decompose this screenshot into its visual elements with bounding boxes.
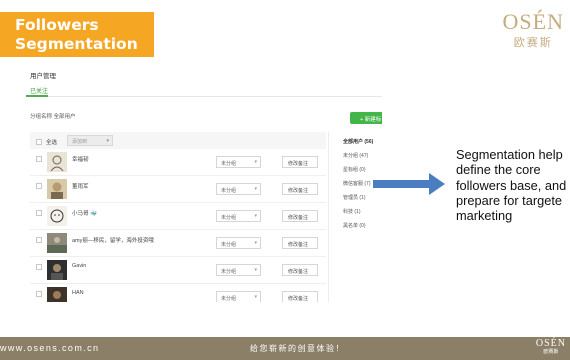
brand-name: OSÉN xyxy=(502,9,564,34)
sidebar-item-wechat-service[interactable]: 微信客服 (7) xyxy=(343,180,371,187)
avatar xyxy=(47,206,67,226)
user-row: 董雨军 未分组 ▾ 修改备注 xyxy=(30,177,326,203)
edit-remark-button[interactable]: 修改备注 xyxy=(282,156,318,168)
select-all-label: 全选 xyxy=(46,140,58,146)
user-row: HAN 未分组 ▾ 修改备注 xyxy=(30,285,326,302)
caption-line: followers base, and xyxy=(456,177,567,193)
avatar xyxy=(47,287,67,302)
arrow-right-icon xyxy=(373,172,445,203)
row-checkbox[interactable] xyxy=(36,264,42,270)
avatar xyxy=(47,152,67,172)
slide-footer: www.osens.com.cn 给您崭新的创意体验！ OSÉN 欧赛斯 xyxy=(0,337,570,360)
edit-remark-button[interactable]: 修改备注 xyxy=(282,183,318,195)
user-management-screenshot: 用户管理 已关注 分组名称 全部用户 + 新建标 全选 添加到 ▾ 幸福韧 未分组… xyxy=(26,62,382,302)
sidebar-item-ungrouped[interactable]: 未分组 (47) xyxy=(343,152,368,159)
group-name-label: 分组名称 全部用户 xyxy=(30,114,76,120)
caption-line: Segmentation help xyxy=(456,147,563,162)
user-row: Gavin 未分组 ▾ 修改备注 xyxy=(30,258,326,284)
user-row: amy丽—移民，留学，海外投资哦 未分组 ▾ 修改备注 xyxy=(30,231,326,257)
edit-remark-button[interactable]: 修改备注 xyxy=(282,291,318,302)
select-all-checkbox[interactable] xyxy=(36,139,42,145)
edit-remark-button[interactable]: 修改备注 xyxy=(282,210,318,222)
group-sidebar: 全部用户 (56) 未分组 (47) 星标组 (0) 微信客服 (7) 管理员 … xyxy=(328,132,382,302)
edit-remark-button[interactable]: 修改备注 xyxy=(282,237,318,249)
avatar xyxy=(47,233,67,253)
group-select[interactable]: 未分组 ▾ xyxy=(216,264,261,276)
caption-line: define the core xyxy=(456,162,541,178)
sidebar-item-blacklist[interactable]: 黑名单 (0) xyxy=(343,222,366,229)
row-checkbox[interactable] xyxy=(36,291,42,297)
group-select[interactable]: 未分组 ▾ xyxy=(216,210,261,222)
group-select-value: 未分组 xyxy=(221,161,237,167)
batch-group-placeholder: 添加到 xyxy=(72,139,88,145)
user-name[interactable]: 小马哥 🐳 xyxy=(72,209,97,217)
group-select-value: 未分组 xyxy=(221,215,237,221)
slide-title-banner: Followers Segmentation xyxy=(0,12,154,57)
footer-brand-name: OSÉN xyxy=(535,338,566,349)
new-tag-button[interactable]: + 新建标 xyxy=(350,112,382,124)
user-row: 幸福韧 未分组 ▾ 修改备注 xyxy=(30,150,326,176)
row-checkbox[interactable] xyxy=(36,210,42,216)
group-select-value: 未分组 xyxy=(221,188,237,194)
sidebar-item-tech[interactable]: 科技 (1) xyxy=(343,208,361,215)
brand-name-cn: 欧赛斯 xyxy=(513,36,553,49)
chevron-down-icon: ▾ xyxy=(254,159,257,165)
group-select-value: 未分组 xyxy=(221,242,237,248)
group-select-value: 未分组 xyxy=(221,269,237,275)
slide-caption: Segmentation help define the core follow… xyxy=(456,147,570,223)
brand-logo: OSÉN 欧赛斯 xyxy=(503,10,564,50)
group-select[interactable]: 未分组 ▾ xyxy=(216,156,261,168)
batch-group-select[interactable]: 添加到 ▾ xyxy=(67,135,113,146)
chevron-down-icon: ▾ xyxy=(254,240,257,246)
group-select[interactable]: 未分组 ▾ xyxy=(216,183,261,195)
chevron-down-icon: ▾ xyxy=(254,267,257,273)
chevron-down-icon: ▾ xyxy=(254,186,257,192)
footer-logo: OSÉN 欧赛斯 xyxy=(536,338,566,356)
user-name[interactable]: amy丽—移民，留学，海外投资哦 xyxy=(72,236,154,244)
sidebar-item-all-users[interactable]: 全部用户 (56) xyxy=(343,138,373,145)
group-select[interactable]: 未分组 ▾ xyxy=(216,291,261,302)
tab-followed[interactable]: 已关注 xyxy=(30,86,48,95)
footer-url: www.osens.com.cn xyxy=(0,343,100,353)
user-row: 小马哥 🐳 未分组 ▾ 修改备注 xyxy=(30,204,326,230)
slide-title: Followers Segmentation xyxy=(15,16,138,53)
group-select-value: 未分组 xyxy=(221,296,237,302)
user-name[interactable]: Gavin xyxy=(72,263,86,269)
footer-slogan: 给您崭新的创意体验！ xyxy=(250,344,345,353)
row-checkbox[interactable] xyxy=(36,237,42,243)
page-title: 用户管理 xyxy=(30,73,56,80)
sidebar-item-starred[interactable]: 星标组 (0) xyxy=(343,166,366,173)
edit-remark-button[interactable]: 修改备注 xyxy=(282,264,318,276)
chevron-down-icon: ▾ xyxy=(106,138,109,144)
tab-divider xyxy=(26,96,382,97)
chevron-down-icon: ▾ xyxy=(254,213,257,219)
row-checkbox[interactable] xyxy=(36,156,42,162)
avatar xyxy=(47,260,67,280)
group-select[interactable]: 未分组 ▾ xyxy=(216,237,261,249)
active-tab-indicator xyxy=(26,95,48,97)
user-name[interactable]: 幸福韧 xyxy=(72,155,89,163)
caption-line: marketing xyxy=(456,208,513,224)
chevron-down-icon: ▾ xyxy=(254,294,257,300)
avatar xyxy=(47,179,67,199)
sidebar-item-admin[interactable]: 管理员 (1) xyxy=(343,194,366,201)
row-checkbox[interactable] xyxy=(36,183,42,189)
user-name[interactable]: HAN xyxy=(72,290,84,296)
user-name[interactable]: 董雨军 xyxy=(72,182,89,190)
footer-brand-cn: 欧赛斯 xyxy=(543,349,559,355)
caption-line: prepare for targete xyxy=(456,192,562,208)
